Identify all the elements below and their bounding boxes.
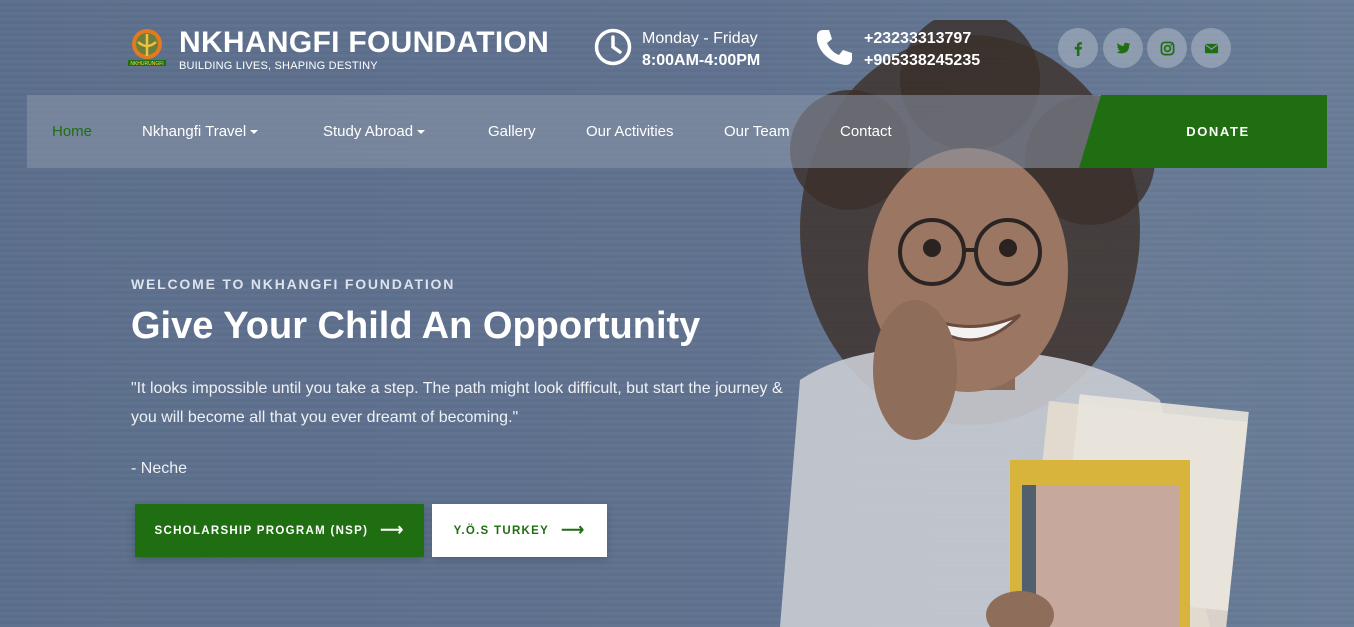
nav-gallery[interactable]: Gallery [488,123,536,140]
phone-number-1[interactable]: +23233313797 [864,30,971,48]
nav-home[interactable]: Home [52,123,92,140]
hero-eyebrow: WELCOME TO NKHANGFI FOUNDATION [131,276,456,292]
office-days: Monday - Friday [642,30,758,47]
nav-nkhangfi-travel[interactable]: Nkhangfi Travel [142,123,259,140]
facebook-button[interactable] [1058,28,1098,68]
email-button[interactable] [1191,28,1231,68]
phone-number-2[interactable]: +905338245235 [864,52,980,70]
foundation-logo[interactable]: NKHURUNGFI [122,26,172,72]
scholarship-program-button[interactable]: SCHOLARSHIP PROGRAM (NSP) ⟶ [135,504,424,557]
phone-icon [816,30,852,65]
hero-quote: "It looks impossible until you take a st… [131,380,783,426]
donate-button[interactable]: DONATE [1079,95,1327,168]
yos-turkey-button[interactable]: Y.Ö.S TURKEY ⟶ [432,504,607,557]
facebook-icon [1074,41,1082,56]
nav-study-abroad[interactable]: Study Abroad [323,123,426,140]
quote-author: - Neche [131,460,188,477]
hero-headline: Give Your Child An Opportunity [131,305,701,347]
envelope-icon [1204,43,1218,53]
nav-our-team[interactable]: Our Team [724,123,790,140]
top-header: NKHURUNGFI NKHANGFI FOUNDATION BUILDING … [0,0,1354,95]
arrow-right-icon: ⟶ [380,521,405,539]
clock-icon [594,28,632,66]
caret-down-icon [417,130,426,135]
twitter-icon [1116,42,1131,53]
nav-our-activities[interactable]: Our Activities [586,123,674,140]
office-hours: 8:00AM-4:00PM [642,52,761,69]
svg-text:NKHURUNGFI: NKHURUNGFI [130,61,163,67]
instagram-icon [1160,41,1174,55]
instagram-button[interactable] [1147,28,1187,68]
caret-down-icon [250,130,259,135]
site-title[interactable]: NKHANGFI FOUNDATION [179,26,549,60]
arrow-right-icon: ⟶ [561,521,586,539]
twitter-button[interactable] [1103,28,1143,68]
nav-contact[interactable]: Contact [840,123,892,140]
site-tagline: BUILDING LIVES, SHAPING DESTINY [179,60,378,72]
